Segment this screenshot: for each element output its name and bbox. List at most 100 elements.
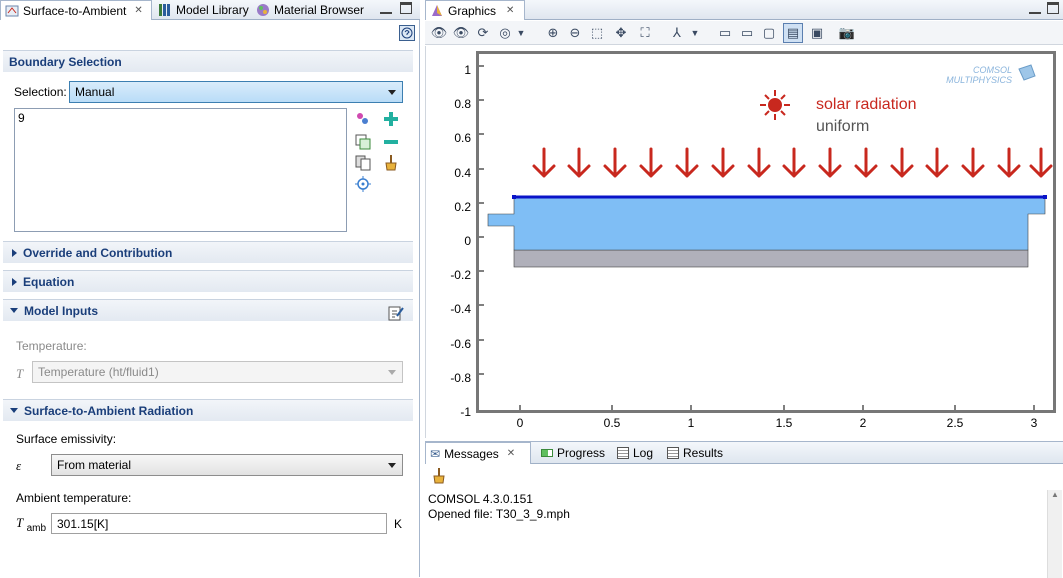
ambient-temperature-symbol: T amb: [16, 515, 47, 534]
logo-line-2: MULTIPHYSICS: [946, 75, 1012, 85]
y-tick-label: 1: [464, 63, 471, 77]
annotation-subtitle: uniform: [816, 118, 870, 135]
select-boundaries-icon[interactable]: [355, 111, 371, 127]
axis-icon[interactable]: ⅄: [669, 25, 685, 41]
section-surface-to-ambient-radiation[interactable]: Surface-to-Ambient Radiation: [3, 399, 413, 421]
chevron-down-icon: [388, 90, 396, 95]
messages-tabstrip: ✉ Messages ✕ Progress Log Results: [425, 442, 1063, 464]
geometry-svg: [479, 64, 1053, 410]
x-tick-label: 1.5: [775, 416, 793, 430]
copy-icon[interactable]: [355, 155, 371, 171]
section-equation[interactable]: Equation: [3, 270, 413, 292]
ambient-symbol-subscript: amb: [26, 523, 47, 534]
section-model-inputs[interactable]: Model Inputs: [3, 299, 413, 321]
section-override-and-contribution[interactable]: Override and Contribution: [3, 241, 413, 263]
emissivity-label: Surface emissivity:: [16, 432, 117, 446]
minimize-button[interactable]: [1029, 4, 1041, 14]
surface-to-ambient-icon: [5, 4, 19, 18]
tab-log[interactable]: Log: [613, 442, 659, 464]
zoom-selected-icon[interactable]: ✥: [613, 25, 629, 41]
solid-layer[interactable]: [513, 249, 1029, 268]
zoom-extents-icon[interactable]: ⛶: [637, 25, 653, 41]
emissivity-symbol: ε: [16, 458, 22, 473]
ambient-temperature-field[interactable]: 301.15[K]: [51, 513, 387, 534]
zoom-box-icon[interactable]: ⬚: [589, 25, 605, 41]
scrollbar[interactable]: ▲: [1047, 490, 1062, 578]
expand-icon: [12, 248, 17, 257]
chevron-down-icon[interactable]: ▼: [687, 25, 703, 41]
section-boundary-selection[interactable]: Boundary Selection: [3, 50, 413, 72]
tab-label: Material Browser: [274, 2, 365, 17]
emissivity-value: From material: [57, 458, 132, 472]
clear-selection-icon[interactable]: [383, 155, 399, 171]
results-icon: [667, 447, 679, 459]
graphics-tabstrip: Graphics ✕: [425, 0, 1063, 20]
list-item[interactable]: 9: [15, 109, 346, 127]
show-icon[interactable]: 👁: [453, 25, 470, 41]
minimize-button[interactable]: [380, 4, 392, 14]
tab-surface-to-ambient[interactable]: Surface-to-Ambient ✕: [0, 0, 152, 20]
selection-label: Selection:: [14, 85, 67, 99]
screenshot-icon[interactable]: 📷: [839, 25, 855, 41]
tab-material-browser[interactable]: Material Browser: [252, 0, 370, 19]
fluid-domain[interactable]: [487, 196, 1046, 251]
maximize-button[interactable]: [400, 2, 412, 14]
y-tick-label: 0.6: [454, 131, 471, 145]
settings-tabstrip: Surface-to-Ambient ✕ Model Library Mater…: [0, 0, 420, 20]
emissivity-combo[interactable]: From material: [51, 454, 403, 476]
messages-icon: ✉: [430, 446, 441, 461]
tab-progress[interactable]: Progress: [537, 442, 609, 464]
selection-list[interactable]: 9: [14, 108, 347, 232]
radiation-arrow: [711, 147, 735, 178]
remove-icon[interactable]: [383, 134, 399, 150]
zoom-out-icon[interactable]: ⊖: [567, 25, 583, 41]
tab-label: Graphics: [448, 3, 497, 18]
close-icon[interactable]: ✕: [134, 5, 142, 16]
plot-canvas[interactable]: 1 0.8 0.6 0.4 0.2 0 -0.2 -0.4 -0.6 -0.8 …: [425, 46, 1063, 438]
add-to-selection-icon[interactable]: [355, 134, 371, 150]
section-title: Boundary Selection: [9, 54, 122, 69]
refresh-icon[interactable]: ⟳: [475, 25, 491, 41]
tab-graphics[interactable]: Graphics ✕: [425, 0, 525, 20]
wireframe-icon[interactable]: ▣: [809, 25, 825, 41]
messages-toolbar: [425, 465, 1063, 487]
tab-messages[interactable]: ✉ Messages ✕: [425, 442, 531, 464]
sun-icon: [760, 90, 790, 120]
transparency-icon[interactable]: ▤: [783, 23, 803, 43]
view-menu-icon[interactable]: ◎: [497, 25, 513, 41]
maximize-button[interactable]: [1047, 2, 1059, 14]
radiation-arrows: [532, 147, 1053, 178]
close-icon[interactable]: ✕: [507, 448, 515, 459]
messages-panel: ✉ Messages ✕ Progress Log Results COMSOL…: [425, 441, 1063, 578]
zoom-to-selection-icon[interactable]: [355, 176, 371, 192]
hide-icon[interactable]: 👁: [431, 25, 448, 41]
y-tick-label: 0.8: [454, 97, 471, 111]
y-tick-label: 0: [464, 234, 471, 248]
tab-results[interactable]: Results: [663, 442, 727, 464]
selection-combo[interactable]: Manual: [69, 81, 403, 103]
close-icon[interactable]: ✕: [506, 5, 514, 16]
message-line: COMSOL 4.3.0.151: [428, 492, 533, 506]
tab-label: Progress: [556, 446, 605, 460]
radiation-arrow: [747, 147, 771, 178]
x-tick-label: 0.5: [603, 416, 621, 430]
select-box-icon[interactable]: ▭: [717, 25, 733, 41]
tab-label: Model Library: [176, 2, 249, 17]
edit-model-input-icon[interactable]: [388, 305, 404, 321]
clear-messages-icon[interactable]: [431, 468, 447, 484]
zoom-in-icon[interactable]: ⊕: [545, 25, 561, 41]
tab-label: Surface-to-Ambient: [23, 3, 127, 18]
help-button[interactable]: [399, 25, 415, 41]
scroll-up-icon[interactable]: ▲: [1048, 490, 1062, 499]
settings-panel: Surface-to-Ambient ✕ Model Library Mater…: [0, 0, 420, 577]
annotation-title: solar radiation: [816, 96, 917, 113]
select-icon[interactable]: ▢: [761, 25, 777, 41]
chevron-down-icon[interactable]: ▼: [513, 25, 529, 41]
tab-model-library[interactable]: Model Library: [154, 0, 250, 19]
x-tick-label: 1: [687, 416, 695, 430]
message-line: Opened file: T30_3_9.mph: [428, 507, 570, 521]
y-tick-label: 0.2: [454, 200, 471, 214]
add-icon[interactable]: [383, 111, 399, 127]
radiation-arrow: [818, 147, 842, 178]
deselect-box-icon[interactable]: ▭: [739, 25, 755, 41]
